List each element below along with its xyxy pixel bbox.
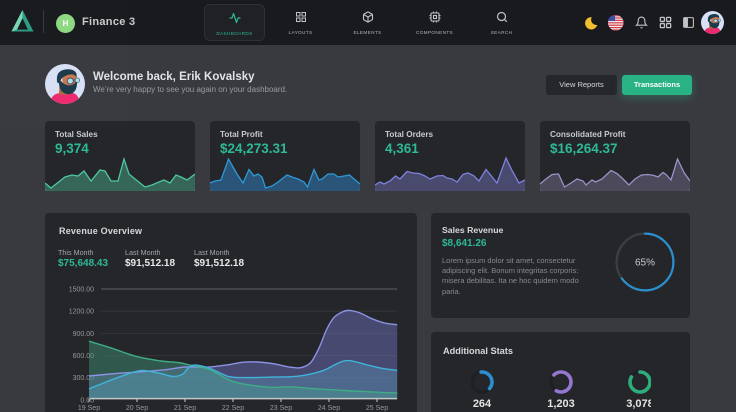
svg-text:25 Sep: 25 Sep xyxy=(366,405,388,412)
svg-text:22 Sep: 22 Sep xyxy=(222,405,244,412)
svg-text:1500.00: 1500.00 xyxy=(69,286,94,293)
svg-text:1200.00: 1200.00 xyxy=(69,309,94,316)
svg-text:1,203: 1,203 xyxy=(547,398,575,410)
svg-text:24 Sep: 24 Sep xyxy=(318,405,340,412)
svg-text:19 Sep: 19 Sep xyxy=(78,405,100,412)
svg-text:3,078: 3,078 xyxy=(626,398,651,410)
svg-text:23 Sep: 23 Sep xyxy=(270,405,292,412)
svg-text:264: 264 xyxy=(473,398,492,410)
svg-text:20 Sep: 20 Sep xyxy=(126,405,148,412)
svg-text:65%: 65% xyxy=(635,257,655,268)
svg-text:900.00: 900.00 xyxy=(73,331,95,338)
svg-text:21 Sep: 21 Sep xyxy=(174,405,196,412)
